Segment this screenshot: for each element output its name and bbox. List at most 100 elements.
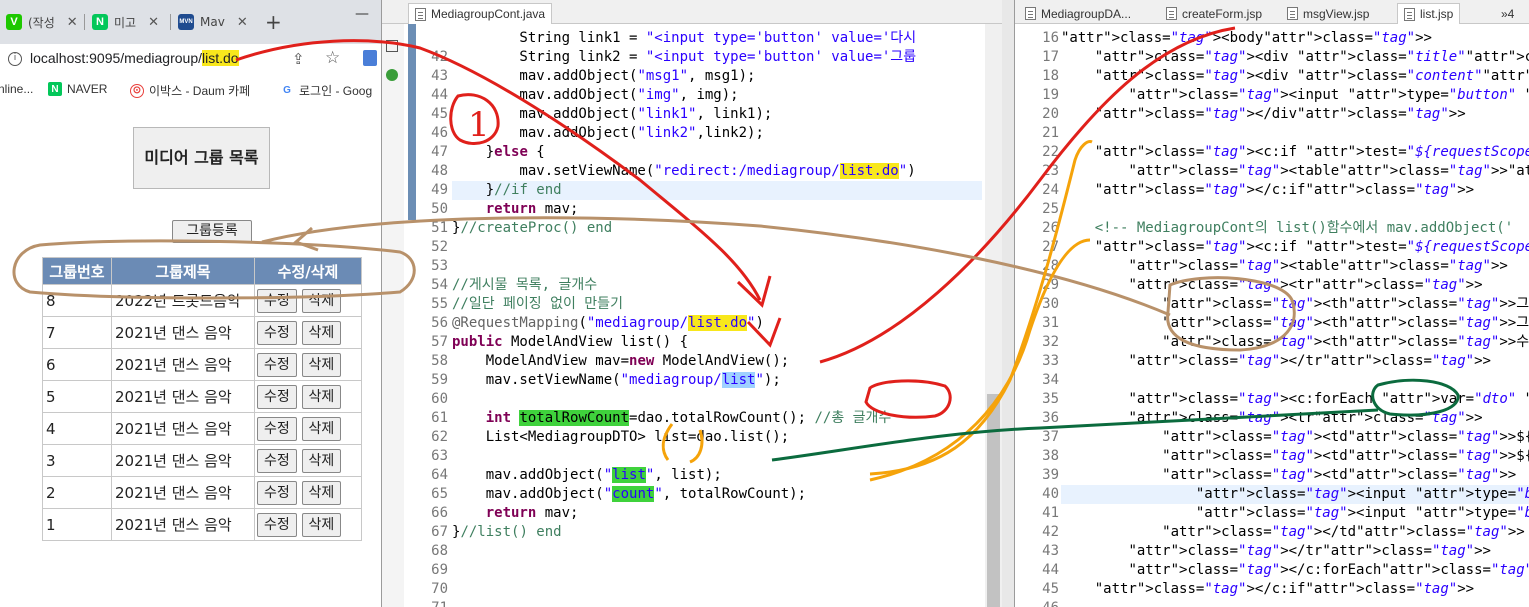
code-line[interactable]: "attr">class="tag"><tr"attr">class="tag"… — [1061, 276, 1529, 295]
code-line[interactable]: "attr">class="tag"><c:forEach "attr">var… — [1061, 390, 1529, 409]
code-line[interactable]: "attr">class="tag"></td"attr">class="tag… — [1061, 523, 1529, 542]
code-line[interactable]: }//createProc() end — [452, 219, 982, 238]
code-line[interactable]: }//if end — [452, 181, 982, 200]
code-line[interactable] — [1061, 124, 1529, 143]
info-icon[interactable]: i — [8, 52, 22, 66]
editor-tab-mediagroupcont[interactable]: MediagroupCont.java — [408, 3, 553, 24]
register-group-button[interactable]: 그룹등록 — [172, 220, 252, 243]
edit-button[interactable]: 수정 — [257, 384, 297, 409]
code-line[interactable] — [452, 580, 982, 599]
code-line[interactable]: //일단 페이징 없이 만들기 — [452, 295, 982, 314]
url-field[interactable]: localhost:9095/mediagroup/list.do — [30, 50, 239, 66]
editor-tab[interactable]: msgView.jsp — [1281, 3, 1375, 24]
run-icon[interactable] — [386, 69, 398, 81]
code-line[interactable]: "attr">class="tag"></c:if"attr">class="t… — [1061, 580, 1529, 599]
code-line[interactable]: "attr">class="tag"><td"attr">class="tag"… — [1061, 447, 1529, 466]
minimize-button[interactable]: — — [355, 6, 369, 22]
close-icon[interactable]: ✕ — [67, 15, 78, 30]
delete-button[interactable]: 삭제 — [301, 448, 342, 473]
code-line[interactable]: mav.setViewName("redirect:/mediagroup/li… — [452, 162, 982, 181]
code-line[interactable]: "attr">class="tag"><th"attr">class="tag"… — [1061, 295, 1529, 314]
editor-tab[interactable]: createForm.jsp — [1160, 3, 1268, 24]
code-line[interactable]: "attr">class="tag"><div "attr">class="ti… — [1061, 48, 1529, 67]
code-line[interactable] — [1061, 371, 1529, 390]
code-line[interactable]: "attr">class="tag"><tr"attr">class="tag"… — [1061, 409, 1529, 428]
code-line[interactable]: "attr">class="tag"><input "attr">type="b… — [1061, 86, 1529, 105]
code-line[interactable]: mav.addObject("link1", link1); — [452, 105, 982, 124]
code-line[interactable]: "attr">class="tag"><div "attr">class="co… — [1061, 67, 1529, 86]
code-line[interactable] — [452, 257, 982, 276]
delete-button[interactable]: 삭제 — [301, 480, 342, 505]
code-line[interactable]: }//list() end — [452, 523, 982, 542]
code-line[interactable]: List<MediagroupDTO> list=dao.list(); — [452, 428, 982, 447]
edit-button[interactable]: 수정 — [257, 416, 297, 441]
delete-button[interactable]: 삭제 — [301, 288, 342, 313]
editor-tab[interactable]: MediagroupDA... — [1019, 3, 1137, 24]
scrollbar-thumb[interactable] — [987, 394, 1000, 607]
code-line[interactable] — [1061, 599, 1529, 607]
code-line[interactable]: "attr">class="tag"><input "attr">type="b… — [1061, 485, 1529, 504]
code-line[interactable]: "attr">class="tag"></c:if"attr">class="t… — [1061, 181, 1529, 200]
bookmark-item[interactable]: N NAVER — [48, 82, 107, 96]
delete-button[interactable]: 삭제 — [301, 416, 342, 441]
delete-button[interactable]: 삭제 — [301, 384, 342, 409]
browser-tab[interactable]: N 미고 ✕ — [86, 8, 159, 36]
close-icon[interactable]: ✕ — [237, 15, 248, 30]
code-line[interactable]: "attr">class="tag"></tr"attr">class="tag… — [1061, 352, 1529, 371]
code-line[interactable]: int totalRowCount=dao.totalRowCount(); /… — [452, 409, 982, 428]
code-line[interactable]: <!-- MediagroupCont의 list()함수에서 mav.addO… — [1061, 219, 1529, 238]
close-icon[interactable]: ✕ — [148, 15, 159, 30]
code-line[interactable]: "attr">class="tag"><th"attr">class="tag"… — [1061, 333, 1529, 352]
code-line[interactable]: }else { — [452, 143, 982, 162]
code-line[interactable]: "attr">class="tag"><td"attr">class="tag"… — [1061, 466, 1529, 485]
code-line[interactable]: public ModelAndView list() { — [452, 333, 982, 352]
code-line[interactable]: @RequestMapping("mediagroup/list.do") — [452, 314, 982, 333]
code-line[interactable]: "attr">class="tag"><c:if "attr">test="${… — [1061, 143, 1529, 162]
editor-tab-list-jsp[interactable]: list.jsp — [1397, 3, 1461, 24]
code-line[interactable]: "attr">class="tag"><c:if "attr">test="${… — [1061, 238, 1529, 257]
edit-button[interactable]: 수정 — [257, 320, 297, 345]
code-line[interactable]: return mav; — [452, 200, 982, 219]
edit-button[interactable]: 수정 — [257, 352, 297, 377]
code-line[interactable]: ModelAndView mav=new ModelAndView(); — [452, 352, 982, 371]
code-line[interactable]: "attr">class="tag"></tr"attr">class="tag… — [1061, 542, 1529, 561]
edit-button[interactable]: 수정 — [257, 480, 297, 505]
bookmark-item[interactable]: nline... — [0, 82, 33, 96]
translate-icon[interactable] — [363, 50, 377, 66]
pane-divider[interactable] — [1002, 0, 1014, 607]
bookmark-item[interactable]: G 로그인 - Goog — [280, 82, 372, 99]
delete-button[interactable]: 삭제 — [301, 512, 342, 537]
code-line[interactable]: mav.addObject("count", totalRowCount); — [452, 485, 982, 504]
code-line[interactable]: "attr">class="tag"><td"attr">class="tag"… — [1061, 428, 1529, 447]
code-line[interactable]: String link2 = "<input type='button' val… — [452, 48, 982, 67]
new-tab-button[interactable]: + — [265, 10, 282, 34]
browser-tab[interactable]: V (작성 ✕ — [0, 8, 78, 36]
code-line[interactable] — [452, 561, 982, 580]
vertical-scrollbar[interactable] — [985, 24, 1002, 607]
code-line[interactable]: "attr">class="tag"><table"attr">class="t… — [1061, 257, 1529, 276]
edit-button[interactable]: 수정 — [257, 512, 297, 537]
bookmark-star-icon[interactable]: ☆ — [325, 48, 340, 68]
code-line[interactable] — [1061, 200, 1529, 219]
edit-button[interactable]: 수정 — [257, 288, 297, 313]
bookmark-item[interactable]: ⊙ 이박스 - Daum 카페 — [130, 82, 250, 99]
share-icon[interactable]: ⇪ — [292, 50, 305, 68]
code-line[interactable]: "attr">class="tag"></div"attr">class="ta… — [1061, 105, 1529, 124]
code-line[interactable] — [452, 390, 982, 409]
code-line[interactable]: mav.addObject("link2",link2); — [452, 124, 982, 143]
code-line[interactable]: return mav; — [452, 504, 982, 523]
code-line[interactable]: "attr">class="tag"><body"attr">class="ta… — [1061, 29, 1529, 48]
code-line[interactable]: "attr">class="tag"><input "attr">type="b… — [1061, 504, 1529, 523]
code-line[interactable]: "attr">class="tag"><th"attr">class="tag"… — [1061, 314, 1529, 333]
code-line[interactable] — [452, 542, 982, 561]
delete-button[interactable]: 삭제 — [301, 352, 342, 377]
code-line[interactable]: //게시물 목록, 글개수 — [452, 276, 982, 295]
code-line[interactable] — [452, 599, 982, 607]
code-line[interactable]: mav.addObject("msg1", msg1); — [452, 67, 982, 86]
code-line[interactable] — [452, 447, 982, 466]
more-tabs-button[interactable]: »4 — [1495, 3, 1520, 24]
code-line[interactable]: String link1 = "<input type='button' val… — [452, 29, 982, 48]
code-line[interactable]: mav.setViewName("mediagroup/list"); — [452, 371, 982, 390]
code-line[interactable]: mav.addObject("list", list); — [452, 466, 982, 485]
delete-button[interactable]: 삭제 — [301, 320, 342, 345]
